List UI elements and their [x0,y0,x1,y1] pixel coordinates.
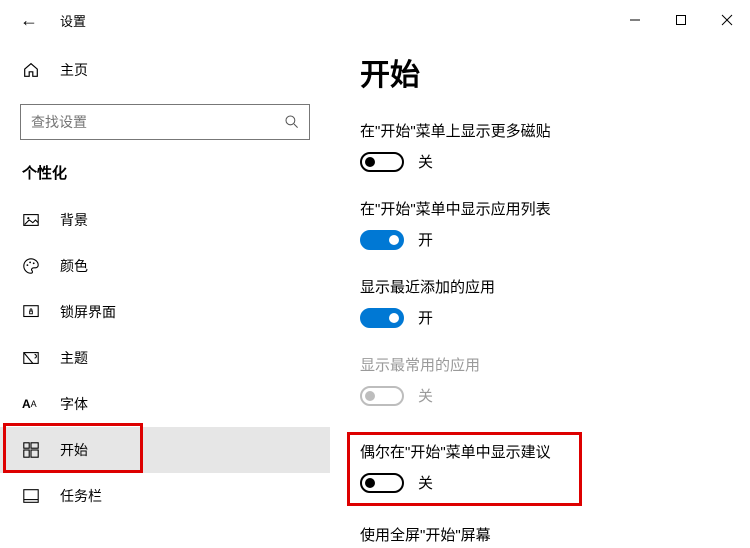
setting-suggestions: 偶尔在"开始"菜单中显示建议 关 [360,441,569,493]
sidebar-item-background[interactable]: 背景 [0,197,330,243]
setting-label: 在"开始"菜单上显示更多磁贴 [360,120,730,141]
setting-recent-apps: 显示最近添加的应用 开 [360,276,730,328]
setting-app-list: 在"开始"菜单中显示应用列表 开 [360,198,730,250]
sidebar-item-fonts[interactable]: AA 字体 [0,381,330,427]
highlight-suggestions: 偶尔在"开始"菜单中显示建议 关 [347,432,582,506]
toggle-state: 关 [418,385,433,406]
toggle-app-list[interactable] [360,230,404,250]
sidebar-item-label: 锁屏界面 [60,302,116,322]
close-button[interactable] [704,4,750,36]
toggle-state: 开 [418,229,433,250]
sidebar-item-label: 背景 [60,210,88,230]
back-icon[interactable]: ← [20,10,38,31]
maximize-button[interactable] [658,4,704,36]
page-title: 开始 [360,50,730,94]
toggle-most-used [360,386,404,406]
sidebar-item-label: 任务栏 [60,486,102,506]
search-icon [284,114,300,130]
toggle-state: 关 [418,151,433,172]
setting-label: 使用全屏"开始"屏幕 [360,524,730,545]
sidebar-item-label: 开始 [60,440,88,460]
search-input[interactable] [20,104,310,140]
minimize-button[interactable] [612,4,658,36]
sidebar-item-label: 颜色 [60,256,88,276]
setting-label: 在"开始"菜单中显示应用列表 [360,198,730,219]
sidebar-item-taskbar[interactable]: 任务栏 [0,473,330,519]
taskbar-icon [22,487,40,505]
sidebar-item-colors[interactable]: 颜色 [0,243,330,289]
sidebar-item-themes[interactable]: 主题 [0,335,330,381]
app-title: 设置 [60,11,86,30]
sidebar-home-label: 主页 [60,60,88,80]
theme-icon [22,349,40,367]
setting-more-tiles: 在"开始"菜单上显示更多磁贴 关 [360,120,730,172]
sidebar-item-label: 字体 [60,394,88,414]
palette-icon [22,257,40,275]
setting-label: 偶尔在"开始"菜单中显示建议 [360,441,569,462]
picture-icon [22,211,40,229]
toggle-more-tiles[interactable] [360,152,404,172]
setting-fullscreen-start: 使用全屏"开始"屏幕 关 [360,524,730,548]
sidebar-home[interactable]: 主页 [0,50,330,90]
toggle-recent-apps[interactable] [360,308,404,328]
sidebar-item-lockscreen[interactable]: 锁屏界面 [0,289,330,335]
lockscreen-icon [22,303,40,321]
sidebar-item-start[interactable]: 开始 [0,427,330,473]
sidebar: 主页 个性化 背景 颜色 锁屏界面 主题 A [0,40,330,548]
toggle-state: 关 [418,472,433,493]
setting-label: 显示最近添加的应用 [360,276,730,297]
toggle-state: 开 [418,307,433,328]
home-icon [22,61,40,79]
sidebar-section-title: 个性化 [0,162,330,197]
toggle-suggestions[interactable] [360,473,404,493]
setting-label: 显示最常用的应用 [360,354,730,375]
content-area: 开始 在"开始"菜单上显示更多磁贴 关 在"开始"菜单中显示应用列表 开 显示最… [330,40,750,548]
window-controls [612,4,750,36]
font-icon: AA [22,397,40,411]
start-icon [22,441,40,459]
setting-most-used: 显示最常用的应用 关 [360,354,730,406]
sidebar-item-label: 主题 [60,348,88,368]
